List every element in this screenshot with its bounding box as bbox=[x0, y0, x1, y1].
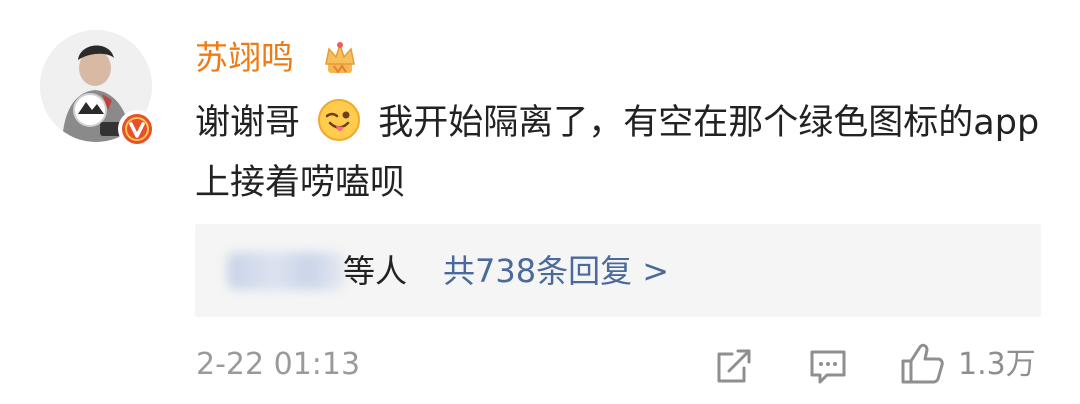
tongue-wink-emoji-icon bbox=[318, 99, 361, 141]
comment-icon[interactable] bbox=[808, 346, 848, 386]
comment-text-part: 谢谢哥 bbox=[195, 103, 301, 143]
verified-v-icon bbox=[122, 114, 152, 144]
replies-summary-box[interactable]: 等人 共738条回复 > bbox=[195, 224, 1041, 317]
thumbs-up-icon[interactable] bbox=[900, 341, 944, 385]
like-count: 1.3万 bbox=[958, 347, 1036, 382]
view-replies-link[interactable]: 共738条回复 > bbox=[443, 248, 669, 294]
comment-timestamp: 2-22 01:13 bbox=[196, 347, 361, 382]
username[interactable]: 苏翊鸣 bbox=[195, 36, 294, 80]
crown-icon bbox=[325, 42, 355, 74]
others-label: 等人 bbox=[343, 252, 408, 290]
blurred-usernames bbox=[227, 252, 345, 290]
comment-text: 谢谢哥 我开始隔离了，有空在那个绿色图标的app上接着唠嗑呗 bbox=[195, 93, 1045, 213]
verified-badge bbox=[118, 110, 156, 148]
avatar[interactable] bbox=[40, 30, 156, 148]
share-icon[interactable] bbox=[714, 346, 754, 386]
